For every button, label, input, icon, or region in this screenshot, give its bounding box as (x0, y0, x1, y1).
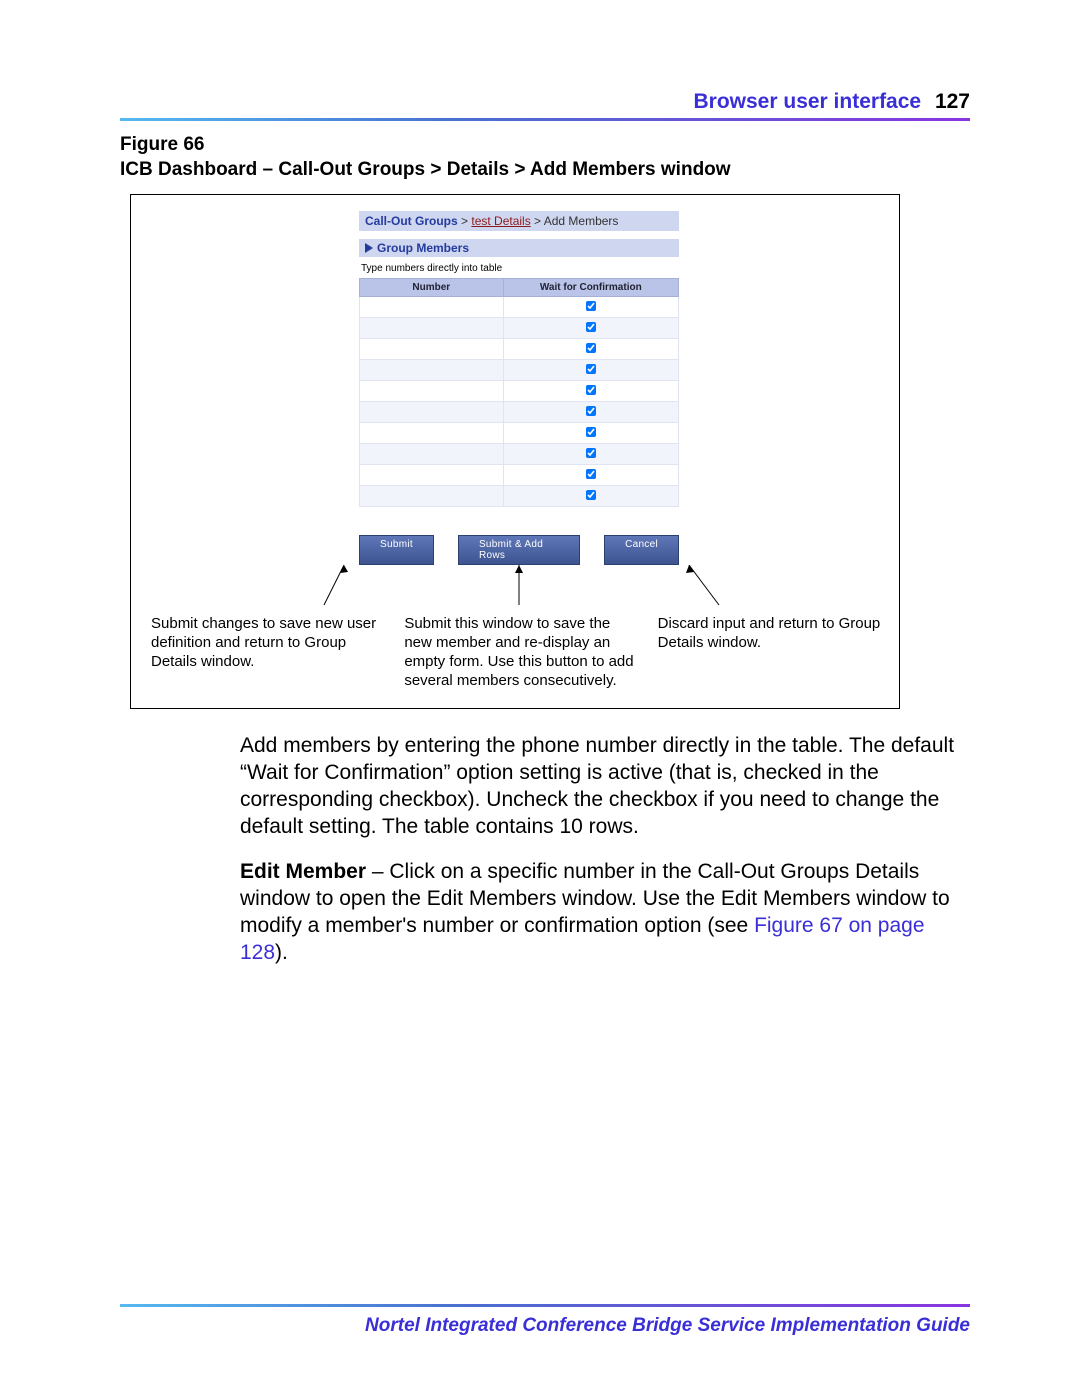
number-cell[interactable] (360, 423, 504, 444)
number-cell[interactable] (360, 465, 504, 486)
table-row (360, 318, 679, 339)
wait-checkbox[interactable] (586, 364, 596, 374)
wait-checkbox[interactable] (586, 301, 596, 311)
wait-cell (503, 423, 678, 444)
figure-caption: Figure 66 ICB Dashboard – Call-Out Group… (120, 133, 970, 182)
wait-checkbox[interactable] (586, 490, 596, 500)
cancel-button[interactable]: Cancel (604, 535, 679, 565)
submit-add-rows-button[interactable]: Submit & Add Rows (458, 535, 580, 565)
section-title: Browser user interface (694, 90, 922, 113)
body-text: Add members by entering the phone number… (240, 733, 970, 966)
submit-button[interactable]: Submit (359, 535, 434, 565)
number-cell[interactable] (360, 297, 504, 318)
callout-arrows (269, 565, 769, 609)
col-wait: Wait for Confirmation (503, 279, 678, 297)
paragraph-edit-member: Edit Member – Click on a specific number… (240, 859, 970, 967)
wait-checkbox[interactable] (586, 469, 596, 479)
wait-checkbox[interactable] (586, 343, 596, 353)
wait-checkbox[interactable] (586, 322, 596, 332)
figure-number: Figure 66 (120, 134, 204, 155)
breadcrumb-root: Call-Out Groups (365, 214, 458, 228)
instruction-text: Type numbers directly into table (361, 263, 679, 274)
wait-cell (503, 486, 678, 507)
wait-cell (503, 318, 678, 339)
wait-cell (503, 381, 678, 402)
callout-texts: Submit changes to save new user definiti… (151, 615, 887, 690)
page-number: 127 (935, 90, 970, 113)
number-cell[interactable] (360, 402, 504, 423)
button-row: Submit Submit & Add Rows Cancel (359, 535, 679, 565)
paragraph-add-members: Add members by entering the phone number… (240, 733, 970, 841)
wait-cell (503, 444, 678, 465)
members-table: Number Wait for Confirmation (359, 278, 679, 507)
callout-cancel: Discard input and return to Group Detail… (658, 615, 887, 690)
header-rule (120, 118, 970, 121)
table-row (360, 360, 679, 381)
table-row (360, 423, 679, 444)
table-row (360, 486, 679, 507)
page-footer: Nortel Integrated Conference Bridge Serv… (120, 1296, 970, 1337)
number-cell[interactable] (360, 339, 504, 360)
wait-checkbox[interactable] (586, 448, 596, 458)
wait-checkbox[interactable] (586, 385, 596, 395)
wait-cell (503, 465, 678, 486)
dashboard-panel: Call-Out Groups > test Details > Add Mem… (359, 211, 679, 565)
page-header: Browser user interface 127 (120, 90, 970, 114)
footer-rule (120, 1304, 970, 1307)
wait-checkbox[interactable] (586, 427, 596, 437)
wait-cell (503, 360, 678, 381)
number-cell[interactable] (360, 444, 504, 465)
breadcrumb-current: Add Members (544, 214, 619, 228)
number-cell[interactable] (360, 381, 504, 402)
figure-box: Call-Out Groups > test Details > Add Mem… (130, 194, 900, 709)
callout-submit: Submit changes to save new user definiti… (151, 615, 380, 690)
number-cell[interactable] (360, 486, 504, 507)
table-row (360, 402, 679, 423)
footer-title: Nortel Integrated Conference Bridge Serv… (120, 1315, 970, 1337)
edit-member-lead: Edit Member (240, 860, 366, 883)
col-number: Number (360, 279, 504, 297)
section-label: Group Members (377, 241, 469, 255)
table-row (360, 465, 679, 486)
number-cell[interactable] (360, 360, 504, 381)
table-row (360, 381, 679, 402)
breadcrumb-link[interactable]: test Details (471, 214, 530, 228)
table-row (360, 297, 679, 318)
callout-submit-add: Submit this window to save the new membe… (404, 615, 633, 690)
table-row (360, 444, 679, 465)
wait-cell (503, 402, 678, 423)
wait-checkbox[interactable] (586, 406, 596, 416)
section-header: Group Members (359, 239, 679, 257)
number-cell[interactable] (360, 318, 504, 339)
breadcrumb: Call-Out Groups > test Details > Add Mem… (359, 211, 679, 231)
wait-cell (503, 339, 678, 360)
figure-title: ICB Dashboard – Call-Out Groups > Detail… (120, 159, 731, 180)
triangle-icon (365, 243, 373, 253)
wait-cell (503, 297, 678, 318)
table-row (360, 339, 679, 360)
